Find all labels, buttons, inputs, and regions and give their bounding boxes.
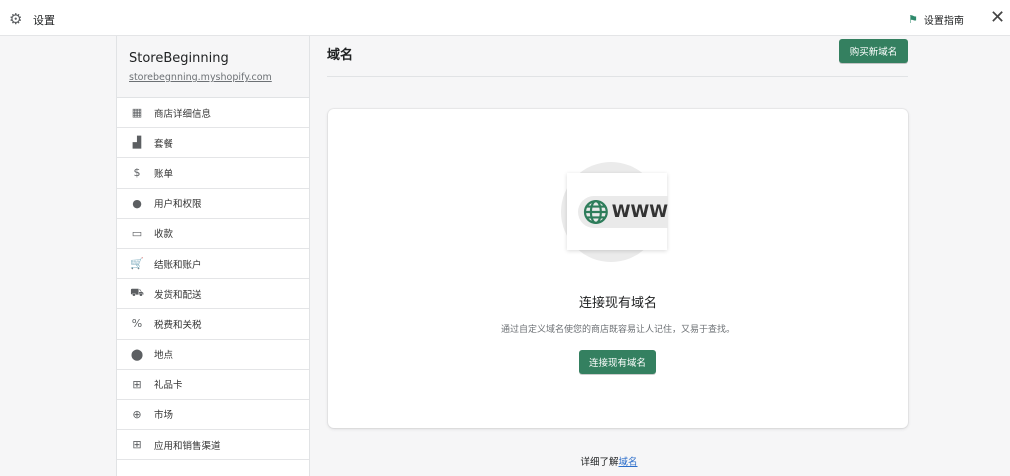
section-title: 域名 bbox=[327, 48, 354, 63]
setup-guide-link[interactable]: ⚑ 设置指南 bbox=[908, 12, 964, 27]
connect-domain-card: WWW 连接现有域名 通过自定义域名使您的商店既容易让人记住，又易于查找。 连接… bbox=[328, 109, 908, 428]
sidebar-item-label: 套餐 bbox=[154, 138, 174, 150]
sidebar-item[interactable]: $ 账单 bbox=[117, 158, 309, 189]
setup-guide-label: 设置指南 bbox=[923, 16, 964, 27]
tax-icon: % bbox=[131, 317, 143, 331]
learn-more-prefix: 详细了解 bbox=[580, 457, 619, 468]
sidebar-item-label: 税费和关税 bbox=[154, 319, 202, 331]
sidebar-item-label: 商店详细信息 bbox=[154, 108, 212, 120]
cart-icon: 🛒 bbox=[130, 257, 144, 271]
globe-icon bbox=[583, 200, 608, 224]
billing-icon: $ bbox=[133, 166, 141, 180]
card-title: 连接现有域名 bbox=[578, 296, 657, 311]
sidebar-item-label: 收款 bbox=[154, 229, 174, 241]
sidebar-item[interactable]: ⊞ 礼品卡 bbox=[117, 370, 309, 400]
plan-icon: ▟ bbox=[132, 136, 142, 150]
gear-icon: ⚙ bbox=[9, 10, 23, 28]
store-header: StoreBeginning storebegnning.myshopify.c… bbox=[117, 36, 309, 98]
buy-domain-button[interactable]: 购买新域名 bbox=[839, 39, 908, 63]
sidebar-item-label: 发货和配送 bbox=[154, 289, 202, 301]
sidebar-item[interactable]: 🛒 结账和账户 bbox=[117, 249, 309, 280]
page-title: 设置 bbox=[33, 14, 55, 27]
www-illustration: WWW bbox=[578, 196, 668, 228]
payments-icon: ▭ bbox=[131, 226, 143, 240]
sidebar-item-label: 结账和账户 bbox=[154, 259, 202, 271]
apps-icon: ⊞ bbox=[132, 438, 142, 452]
store-name: StoreBeginning bbox=[129, 51, 229, 66]
sidebar-item-label: 账单 bbox=[154, 168, 174, 180]
sidebar-item[interactable]: ⛟ 发货和配送 bbox=[117, 279, 309, 310]
flag-icon: ⚑ bbox=[908, 13, 918, 26]
card-description: 通过自定义域名使您的商店既容易让人记住，又易于查找。 bbox=[500, 325, 735, 335]
www-text: WWW bbox=[611, 202, 668, 222]
domains-link[interactable]: 域名 bbox=[619, 457, 638, 468]
divider bbox=[327, 76, 908, 77]
sidebar-item[interactable]: ▟ 套餐 bbox=[117, 128, 309, 159]
sidebar-item-label: 应用和销售渠道 bbox=[154, 440, 221, 452]
learn-more: 详细了解域名 bbox=[0, 454, 1010, 468]
gift-icon: ⊞ bbox=[132, 377, 142, 391]
sidebar-item[interactable]: ▭ 收款 bbox=[117, 219, 309, 249]
store-url[interactable]: storebegnning.myshopify.com bbox=[129, 72, 297, 83]
sidebar-item-label: 市场 bbox=[154, 410, 174, 422]
sidebar-item-label: 礼品卡 bbox=[154, 380, 183, 392]
sidebar-item-label: 用户和权限 bbox=[154, 199, 202, 211]
user-icon: ● bbox=[132, 196, 142, 210]
sidebar-item[interactable]: ⬤ 地点 bbox=[117, 340, 309, 370]
globe-icon: ⊕ bbox=[132, 407, 142, 421]
connect-domain-button[interactable]: 连接现有域名 bbox=[579, 350, 656, 374]
sidebar-item[interactable]: % 税费和关税 bbox=[117, 309, 309, 340]
sidebar-item[interactable]: ⊕ 市场 bbox=[117, 400, 309, 431]
close-icon[interactable]: ✕ bbox=[990, 7, 1005, 28]
store-icon: ▦ bbox=[131, 106, 143, 120]
settings-sidebar: StoreBeginning storebegnning.myshopify.c… bbox=[116, 36, 310, 476]
top-bar: ⚙ 设置 ⚑ 设置指南 ✕ bbox=[0, 0, 1010, 36]
location-icon: ⬤ bbox=[130, 347, 144, 361]
sidebar-item[interactable]: ● 用户和权限 bbox=[117, 189, 309, 219]
sidebar-item-label: 地点 bbox=[154, 350, 174, 362]
truck-icon: ⛟ bbox=[130, 286, 144, 300]
sidebar-item[interactable]: ▦ 商店详细信息 bbox=[117, 98, 309, 129]
